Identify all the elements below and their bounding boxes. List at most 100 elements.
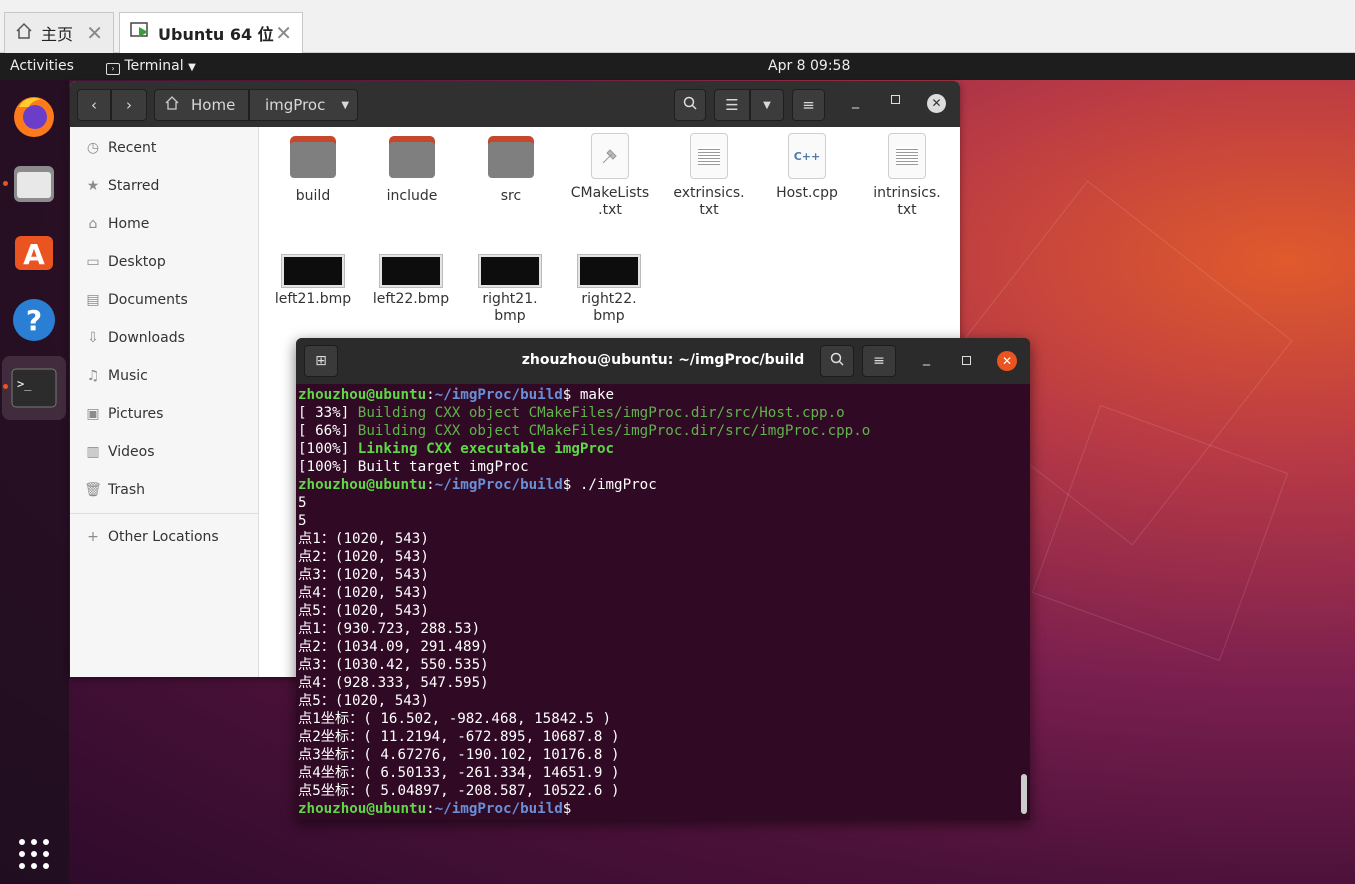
output-text: 点2坐标：( 11.2194, -672.895, 10687.8 ) — [298, 729, 620, 745]
sidebar-item-music[interactable]: ♫ Music — [84, 365, 148, 387]
search-icon — [683, 96, 697, 114]
maximize-icon[interactable] — [962, 356, 971, 365]
sidebar-item-pictures[interactable]: ▣ Pictures — [84, 403, 163, 425]
host-tab-ubuntu[interactable]: Ubuntu 64 位 ✕ — [119, 12, 303, 53]
search-icon — [830, 352, 844, 370]
file-name: include — [386, 188, 438, 204]
video-icon: ▥ — [86, 444, 100, 460]
minimize-icon[interactable]: _ — [923, 350, 930, 366]
close-icon[interactable]: ✕ — [86, 21, 103, 45]
window-title: zhouzhou@ubuntu: ~/imgProc/build — [521, 352, 805, 368]
back-button[interactable]: ‹ — [77, 89, 111, 121]
minimize-icon[interactable]: _ — [852, 93, 859, 109]
terminal-line: 点3：(1020, 543) — [298, 566, 1018, 584]
view-options-button[interactable]: ▼ — [750, 89, 784, 121]
firefox-icon[interactable] — [10, 92, 58, 140]
file-item-left22[interactable]: left22.bmp — [366, 255, 456, 308]
scrollbar[interactable] — [1021, 774, 1027, 814]
sidebar-item-trash[interactable]: 🗑 Trash — [84, 479, 145, 501]
svg-text:>_: >_ — [17, 377, 32, 391]
sidebar-item-label: Recent — [108, 140, 157, 156]
sidebar-item-documents[interactable]: ▤ Documents — [84, 289, 187, 311]
sidebar-item-home[interactable]: ⌂ Home — [84, 213, 150, 235]
grid-icon[interactable] — [10, 830, 58, 878]
files-icon[interactable] — [10, 160, 58, 208]
host-tab-home[interactable]: 主页 ✕ — [4, 12, 114, 53]
file-item-host-cpp[interactable]: C++ Host.cpp — [762, 133, 852, 202]
output-text: 点4坐标：( 6.50133, -261.334, 14651.9 ) — [298, 765, 620, 781]
file-item-left21[interactable]: left21.bmp — [268, 255, 358, 308]
file-item-cmakelists[interactable]: CMakeLists .txt — [565, 133, 655, 219]
terminal-icon: › — [106, 63, 120, 75]
app-menu[interactable]: › Terminal ▼ — [106, 58, 196, 75]
sidebar-item-recent[interactable]: ◷ Recent — [84, 137, 157, 159]
file-item-right22[interactable]: right22. bmp — [564, 255, 654, 325]
output-text: 点5：(1020, 543) — [298, 603, 429, 619]
path-home-button[interactable]: Home — [154, 89, 249, 121]
terminal-line: 点3坐标：( 4.67276, -190.102, 10176.8 ) — [298, 746, 1018, 764]
terminal-line: 点1：(1020, 543) — [298, 530, 1018, 548]
prompt-path: ~/imgProc/build — [434, 387, 563, 403]
output-text: 点5坐标：( 5.04897, -208.587, 10522.6 ) — [298, 783, 620, 799]
folder-icon — [488, 136, 534, 178]
file-name: Host.cpp — [776, 185, 838, 201]
document-icon: ▤ — [86, 292, 100, 308]
sidebar-item-desktop[interactable]: ▭ Desktop — [84, 251, 166, 273]
sidebar-item-label: Desktop — [108, 254, 166, 270]
terminal-line: [100%] Built target imgProc — [298, 458, 1018, 476]
software-icon[interactable]: A — [10, 228, 58, 276]
file-item-include[interactable]: include — [367, 136, 457, 205]
view-list-button[interactable]: ☰ — [714, 89, 750, 121]
file-name: CMakeLists .txt — [570, 185, 650, 218]
output-text: 点5：(1020, 543) — [298, 693, 429, 709]
help-icon[interactable]: ? — [10, 296, 58, 344]
sidebar-item-other-locations[interactable]: + Other Locations — [84, 526, 219, 548]
picture-icon: ▣ — [86, 406, 100, 422]
output-text: 点3坐标：( 4.67276, -190.102, 10176.8 ) — [298, 747, 620, 763]
image-thumbnail — [282, 255, 344, 287]
activities-button[interactable]: Activities — [10, 58, 74, 74]
terminal-line: [ 33%] Building CXX object CMakeFiles/im… — [298, 404, 1018, 422]
image-thumbnail — [380, 255, 442, 287]
sidebar-item-downloads[interactable]: ⇩ Downloads — [84, 327, 185, 349]
close-icon[interactable]: ✕ — [927, 94, 946, 113]
close-icon[interactable]: ✕ — [997, 351, 1017, 371]
file-name: intrinsics. txt — [873, 185, 941, 218]
chevron-down-icon: ▼ — [188, 62, 196, 73]
file-item-build[interactable]: build — [268, 136, 358, 205]
sidebar-item-starred[interactable]: ★ Starred — [84, 175, 160, 197]
sidebar-item-videos[interactable]: ▥ Videos — [84, 441, 154, 463]
folder-icon — [290, 136, 336, 178]
path-current-button[interactable]: imgProc ▼ — [249, 89, 358, 121]
terminal-line: 5 — [298, 494, 1018, 512]
music-icon: ♫ — [86, 368, 100, 384]
output-text: [100%] Built target imgProc — [298, 459, 529, 475]
path-home-label: Home — [191, 96, 236, 114]
sidebar-item-label: Downloads — [108, 330, 185, 346]
terminal-line: zhouzhou@ubuntu:~/imgProc/build$ ./imgPr… — [298, 476, 1018, 494]
clock[interactable]: Apr 8 09:58 — [768, 58, 850, 74]
file-item-src[interactable]: src — [466, 136, 556, 205]
output-text: 点2：(1034.09, 291.489) — [298, 639, 489, 655]
search-button[interactable] — [820, 345, 854, 377]
files-sidebar: ◷ Recent ★ Starred ⌂ Home ▭ Desktop ▤ Documen… — [70, 127, 259, 677]
terminal-icon[interactable]: >_ — [10, 364, 58, 412]
chevron-left-icon: ‹ — [91, 96, 97, 114]
file-item-intrinsics[interactable]: intrinsics. txt — [862, 133, 952, 219]
terminal-line: 点4坐标：( 6.50133, -261.334, 14651.9 ) — [298, 764, 1018, 782]
search-button[interactable] — [674, 89, 706, 121]
svg-text:?: ? — [26, 304, 42, 337]
cpp-file-icon: C++ — [788, 133, 826, 179]
prompt-path: ~/imgProc/build — [434, 477, 563, 493]
prompt-command: $ ./imgProc — [562, 477, 657, 493]
menu-button[interactable]: ≡ — [792, 89, 825, 121]
output-text: 点4：(1020, 543) — [298, 585, 429, 601]
app-menu-label: Terminal — [124, 58, 184, 74]
terminal-output[interactable]: zhouzhou@ubuntu:~/imgProc/build$ make[ 3… — [298, 386, 1018, 818]
file-item-extrinsics[interactable]: extrinsics. txt — [664, 133, 754, 219]
forward-button[interactable]: › — [111, 89, 147, 121]
maximize-icon[interactable] — [891, 95, 900, 104]
menu-button[interactable]: ≡ — [862, 345, 896, 377]
close-icon[interactable]: ✕ — [275, 21, 292, 45]
file-item-right21[interactable]: right21. bmp — [465, 255, 555, 325]
